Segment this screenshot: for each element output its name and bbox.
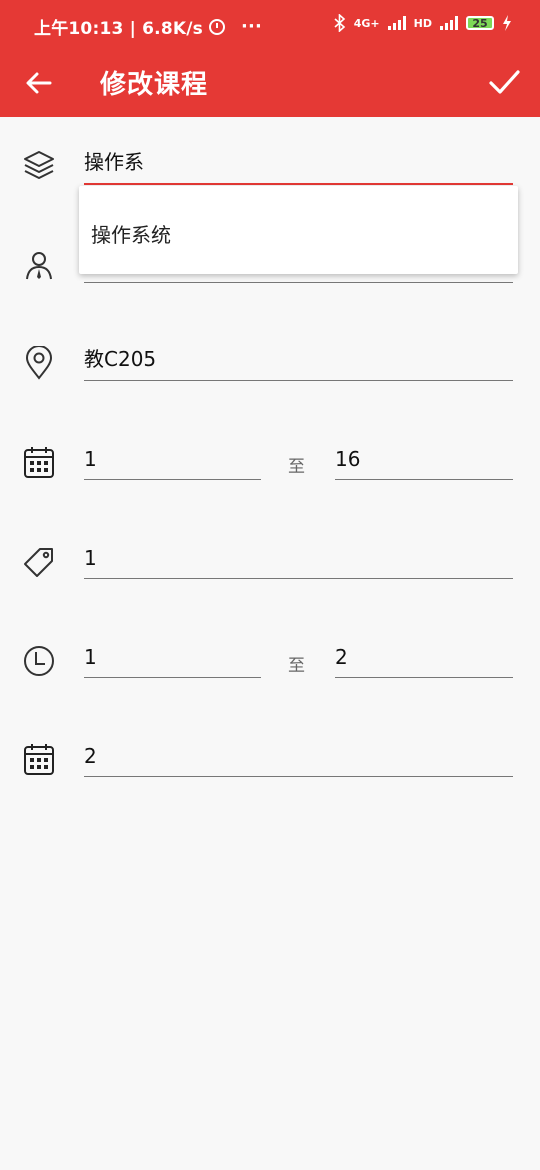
layers-icon [24,151,54,179]
status-right: 4G+ HD 25 [334,14,512,32]
app-bar: 修改课程 [0,50,540,117]
location-pin-icon [25,346,53,380]
tag-input[interactable]: 1 [84,539,513,579]
back-arrow-icon[interactable] [22,66,56,100]
range-separator-2: 至 [288,656,305,676]
autocomplete-item[interactable]: 操作系统 [91,219,171,248]
signal-icon [387,16,406,30]
network-type: 4G+ [353,16,380,30]
calendar-icon-2 [24,744,54,775]
status-time-speed: 上午10:13 | 6.8K/s [34,19,203,39]
period-start-input[interactable]: 1 [84,638,261,678]
location-value: 教C205 [84,347,157,371]
tag-value: 1 [84,546,97,570]
status-bar: 上午10:13 | 6.8K/s ··· 4G+ HD 25 [0,0,540,50]
charging-icon [503,15,511,31]
confirm-check-icon[interactable] [486,64,522,100]
week-end-value: 16 [335,447,361,471]
course-name-input[interactable]: 操作系 [84,145,513,185]
calendar-icon [24,447,54,478]
weekday-input[interactable]: 2 [84,737,513,777]
period-start-value: 1 [84,645,97,669]
week-start-input[interactable]: 1 [84,440,261,480]
week-end-input[interactable]: 16 [335,440,513,480]
page-title: 修改课程 [100,70,209,100]
hd-label: HD [413,16,432,30]
autocomplete-dropdown: 操作系统 [79,186,518,274]
period-end-value: 2 [335,645,348,669]
alarm-icon [208,18,225,35]
clock-icon [24,646,54,676]
weekday-value: 2 [84,744,97,768]
status-left: 上午10:13 | 6.8K/s ··· [34,14,262,39]
signal-icon-2 [440,16,458,30]
tag-icon [24,548,53,577]
course-name-value: 操作系 [84,150,144,174]
more-notifications-icon: ··· [240,16,263,37]
period-end-input[interactable]: 2 [335,638,513,678]
bluetooth-icon [334,14,345,32]
range-separator: 至 [288,457,305,477]
location-input[interactable]: 教C205 [84,341,513,381]
person-icon [26,252,52,280]
week-start-value: 1 [84,447,97,471]
battery-icon: 25 [466,16,494,30]
